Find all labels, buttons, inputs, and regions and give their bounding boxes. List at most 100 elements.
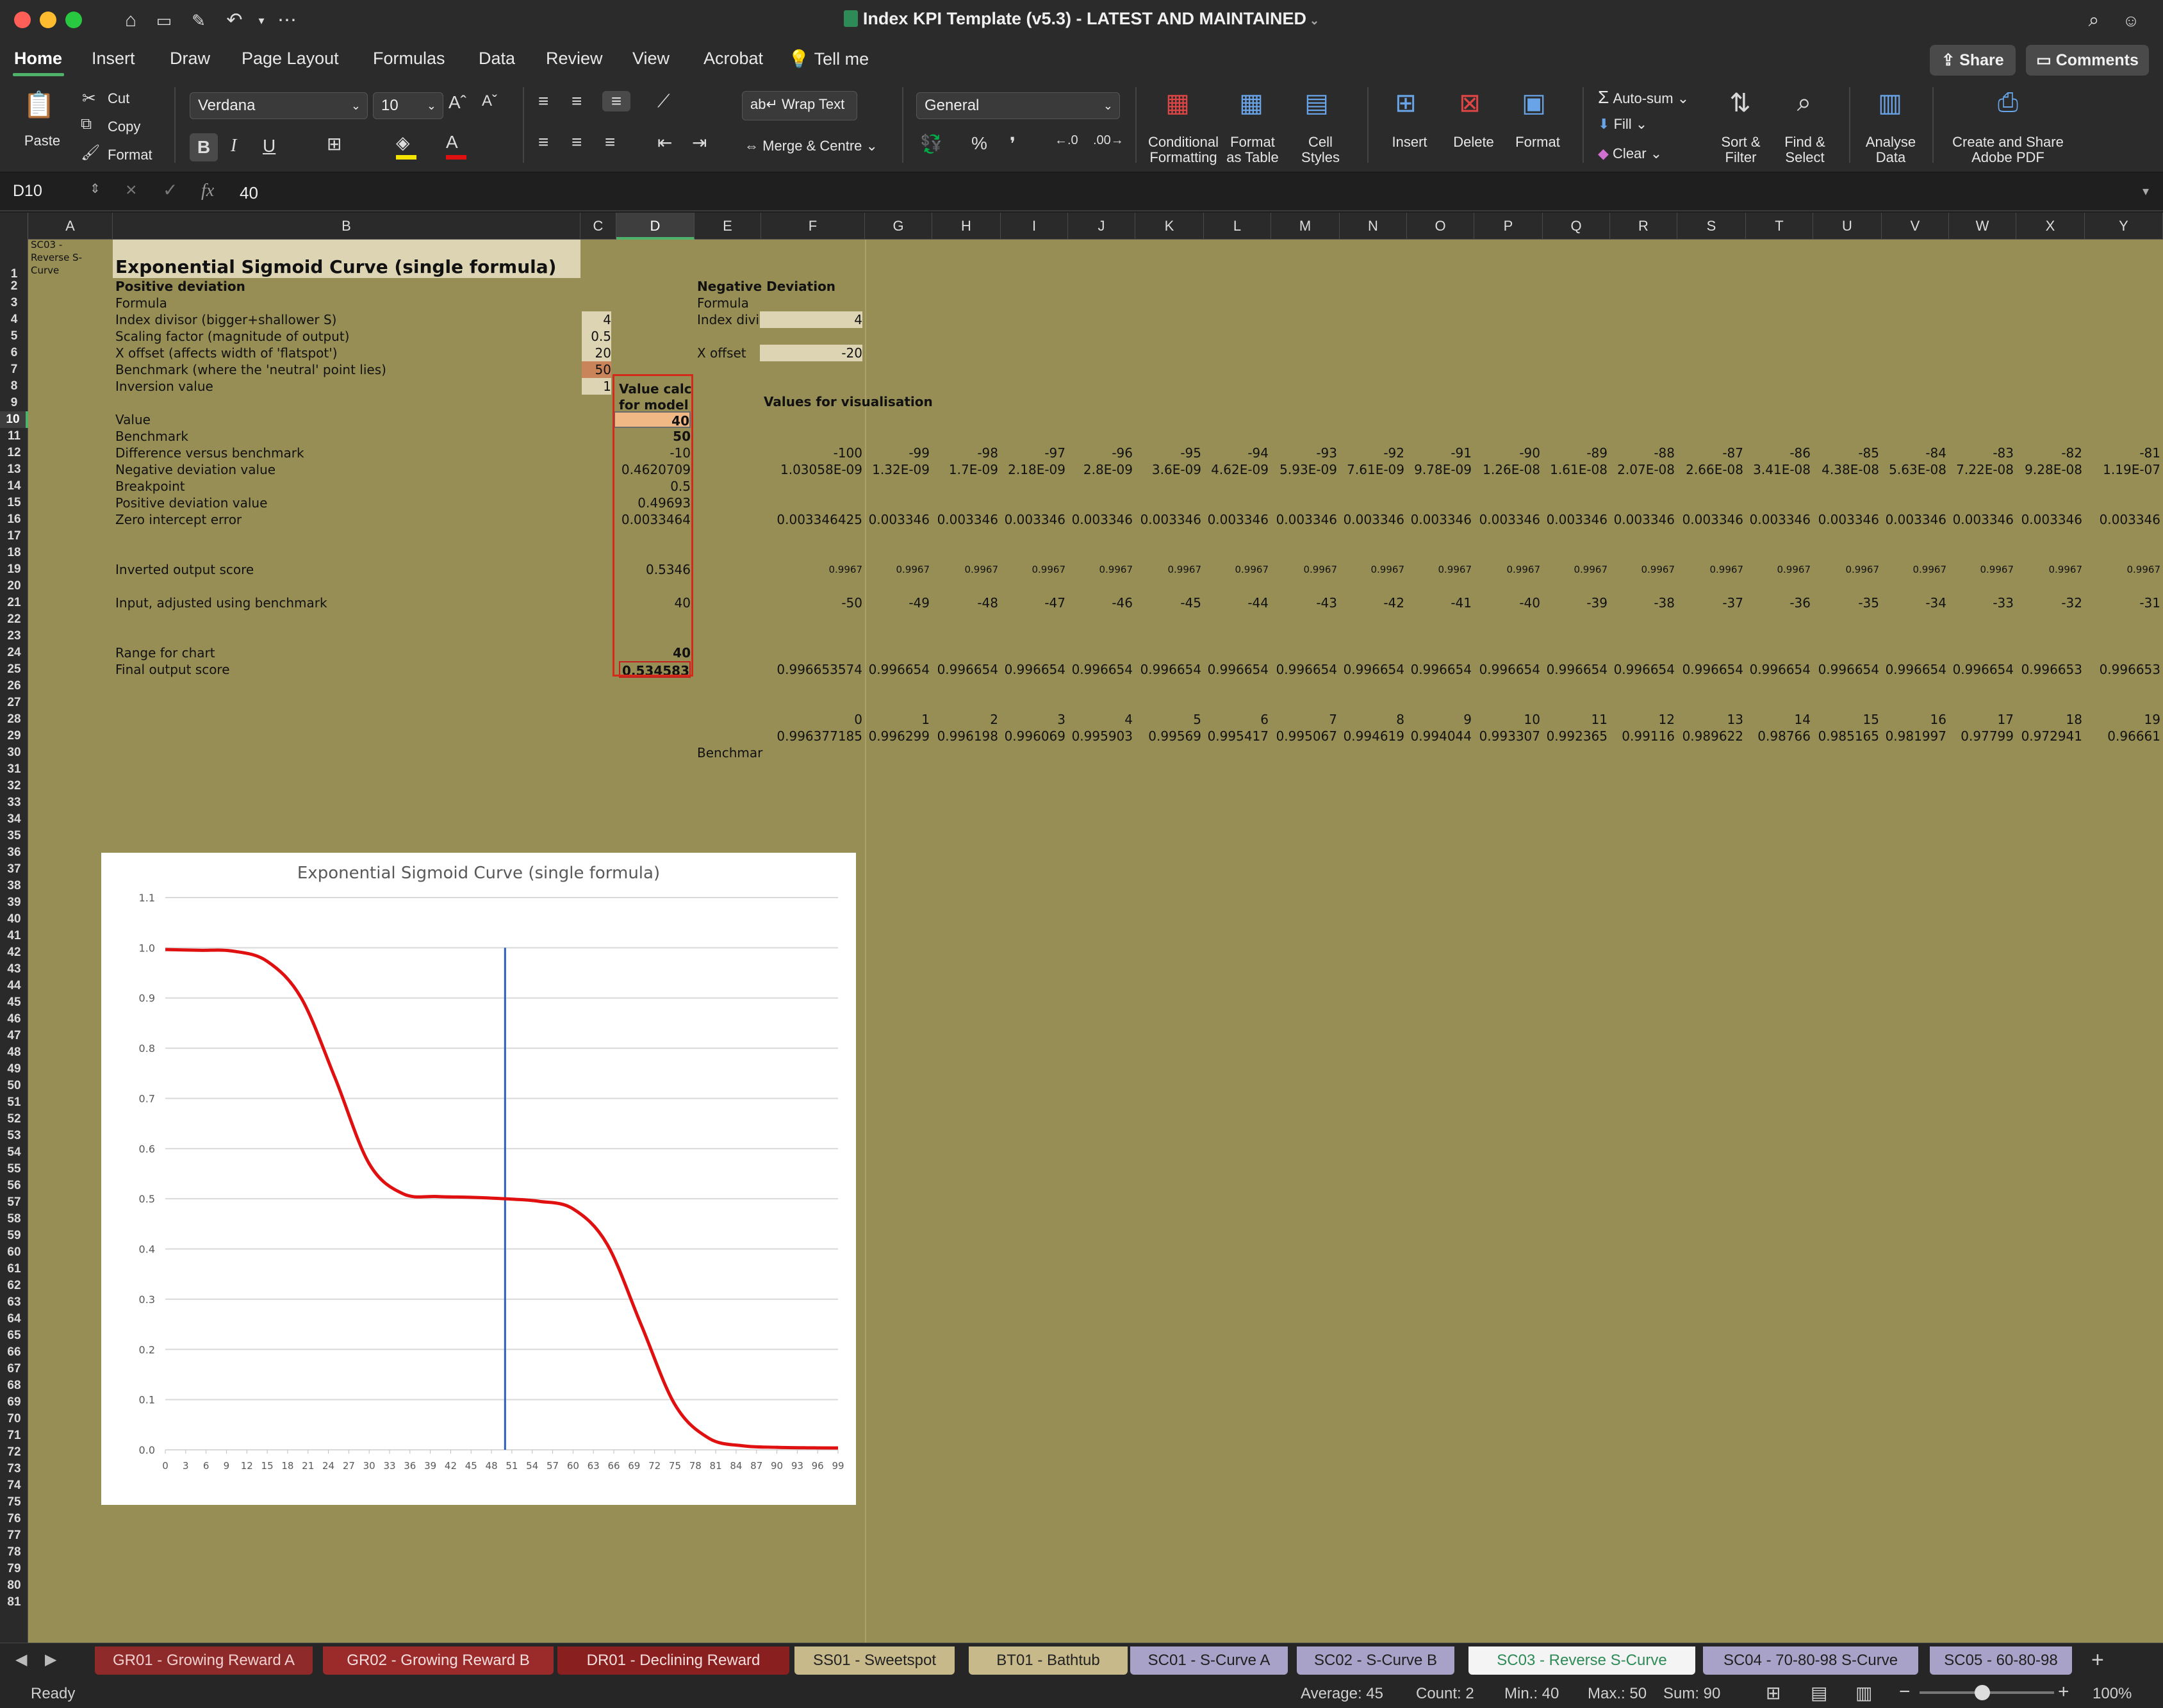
tab-draw[interactable]: Draw [170,49,210,69]
increase-indent-icon[interactable]: ⇥ [692,132,707,153]
vis-value[interactable]: 0.996653 [2077,661,2160,678]
spreadsheet-grid[interactable]: ABCDEFGHIJKLMNOPQRSTUVWXY 1 2 3 4 5 6 7 8 9 10 11 1… [0,213,2163,1643]
formula-label[interactable]: Formula [115,295,167,311]
account-icon[interactable]: ☺ [2118,8,2144,33]
param-label[interactable]: Index divisor (bigger+shallower S) [115,311,336,328]
prev-sheet-icon[interactable]: ◀ [15,1650,27,1669]
align-bottom-icon[interactable]: ≡ [602,91,630,111]
format-as-table-icon[interactable]: ▦ [1229,88,1274,118]
cancel-entry-icon[interactable]: × [126,179,137,201]
vis-value[interactable]: 0.9967 [1999,561,2083,578]
conditional-formatting-button[interactable]: Conditional Formatting [1144,135,1222,165]
sheet-title[interactable]: Exponential Sigmoid Curve (single formul… [115,256,556,278]
sheet-tab[interactable]: BT01 - Bathtub [969,1646,1128,1675]
cut-button[interactable]: Cut [108,91,129,106]
paste-button[interactable]: Paste [17,133,68,149]
tab-data[interactable]: Data [479,49,515,69]
vis-value[interactable]: -100 [709,445,862,461]
merge-centre-button[interactable]: ⇔ Merge & Centre ⌄ [744,138,878,154]
tab-formulas[interactable]: Formulas [373,49,445,69]
vis-value[interactable]: 18 [1999,711,2082,728]
fx-icon[interactable]: fx [201,181,214,201]
model-label[interactable]: Zero intercept error [115,511,242,528]
vis-value[interactable]: 0.003346 [2077,511,2160,528]
cell-styles-icon[interactable]: ▤ [1294,88,1339,118]
vis-value[interactable]: 0.996377185 [709,728,862,744]
tab-view[interactable]: View [632,49,670,69]
benchmark-label[interactable]: Benchmar [697,744,762,761]
insert-cells-icon[interactable]: ⊞ [1381,88,1430,118]
fill-button[interactable]: ⬇ Fill ⌄ [1598,117,1647,132]
vis-value[interactable]: 0.003346 [1999,511,2082,528]
a1-note-line[interactable]: Curve [31,264,59,277]
wrap-text-button[interactable]: ab↵ Wrap Text [742,91,857,120]
add-sheet-icon[interactable]: + [2091,1648,2104,1673]
format-cells-icon[interactable]: ▣ [1509,88,1558,118]
sheet-tab[interactable]: SC04 - 70-80-98 S-Curve [1703,1646,1918,1675]
align-middle-icon[interactable]: ≡ [572,91,582,111]
sheet-tab[interactable]: SC02 - S-Curve B [1297,1646,1454,1675]
vis-value[interactable]: 0.9967 [2077,561,2161,578]
confirm-entry-icon[interactable]: ✓ [163,179,177,201]
param-value[interactable]: 20 [582,345,611,361]
italic-button[interactable]: I [231,136,236,156]
param-label[interactable]: Inversion value [115,378,213,395]
format-painter-icon[interactable]: 🖌 [81,144,100,162]
a1-note-line[interactable]: Reverse S- [31,251,82,264]
analyse-data-icon[interactable]: ▥ [1864,88,1916,118]
conditional-formatting-icon[interactable]: ▦ [1153,88,1202,118]
borders-icon[interactable]: ⊞ [327,133,341,154]
neg-index-label[interactable]: Index divi [697,311,759,328]
vis-value[interactable]: 1.19E-07 [2077,461,2160,478]
number-format-select[interactable]: General ⌄ [916,92,1120,119]
sheet-tab[interactable]: DR01 - Declining Reward [557,1646,789,1675]
sort-filter-icon[interactable]: ⇅ [1715,88,1766,118]
vis-value[interactable]: -50 [709,595,862,611]
tab-acrobat[interactable]: Acrobat [703,49,763,69]
decrease-decimal-icon[interactable]: .00→ [1093,133,1124,148]
title-dropdown-icon[interactable]: ⌄ [1306,14,1319,27]
sheet-tab[interactable]: GR01 - Growing Reward A [95,1646,313,1675]
align-right-icon[interactable]: ≡ [605,132,615,152]
vis-value[interactable]: 0.96661 [2077,728,2160,744]
vis-value[interactable]: 9.28E-08 [1999,461,2082,478]
formula-input[interactable]: 40 [240,183,258,203]
analyse-data-button[interactable]: Analyse Data [1862,135,1920,165]
align-top-icon[interactable]: ≡ [538,91,548,111]
vis-value[interactable]: -82 [1999,445,2082,461]
param-value[interactable]: 50 [582,361,611,378]
vis-value[interactable]: -32 [1999,595,2082,611]
share-button[interactable]: ⇪ Share [1930,45,2016,76]
tab-home[interactable]: Home [14,49,62,69]
decrease-font-icon[interactable]: Aˇ [482,92,497,110]
delete-cells-button[interactable]: Delete [1445,135,1502,150]
vis-value[interactable]: 0.972941 [1999,728,2082,744]
vis-value[interactable]: 0 [709,711,862,728]
param-value[interactable]: 1 [582,378,611,395]
model-label[interactable]: Breakpoint [115,478,185,495]
final-label[interactable]: Final output score [115,661,230,678]
orientation-icon[interactable]: ⟋ [657,91,670,112]
vis-value[interactable]: -31 [2077,595,2160,611]
page-layout-view-icon[interactable]: ▤ [1811,1682,1827,1704]
next-sheet-icon[interactable]: ▶ [45,1650,56,1669]
currency-icon[interactable]: 💱 [920,133,942,154]
neg-xoffset-value[interactable]: -20 [760,345,862,361]
param-value[interactable]: 4 [582,311,611,328]
model-label[interactable]: Negative deviation value [115,461,276,478]
adobe-pdf-icon[interactable]: ⎙ [1982,88,2034,117]
param-label[interactable]: Scaling factor (magnitude of output) [115,328,350,345]
chart[interactable]: Exponential Sigmoid Curve (single formul… [101,853,856,1505]
align-left-icon[interactable]: ≡ [538,132,548,152]
tab-review[interactable]: Review [546,49,603,69]
find-select-button[interactable]: Find & Select [1776,135,1834,165]
create-share-pdf-button[interactable]: Create and Share Adobe PDF [1945,135,2071,165]
font-size-select[interactable]: 10 ⌄ [373,92,443,119]
fill-color-icon[interactable]: ◈ [396,132,410,153]
zoom-out-icon[interactable]: − [1899,1681,1911,1703]
format-as-table-button[interactable]: Format as Table [1224,135,1281,165]
find-select-icon[interactable]: ⌕ [1779,88,1830,117]
clear-button[interactable]: ◆ Clear ⌄ [1598,146,1662,161]
param-value[interactable]: 0.5 [582,328,611,345]
percent-icon[interactable]: % [971,133,987,154]
